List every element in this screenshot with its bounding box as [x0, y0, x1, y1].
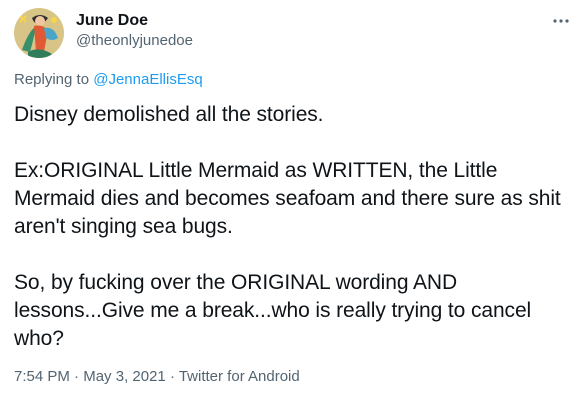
tweet-text: Disney demolished all the stories. Ex:OR… [14, 101, 570, 353]
more-horizontal-icon[interactable] [550, 10, 572, 32]
tweet-card: June Doe @theonlyjunedoe Replying to @Je… [0, 0, 586, 400]
tweet-paragraph: So, by fucking over the ORIGINAL wording… [14, 271, 532, 350]
tweet-paragraph: Disney demolished all the stories. [14, 103, 324, 126]
tweet-date[interactable]: May 3, 2021 [83, 368, 166, 385]
display-name[interactable]: June Doe [76, 11, 193, 31]
reply-mention-link[interactable]: @JennaEllisEsq [93, 71, 202, 88]
tweet-meta: 7:54 PM · May 3, 2021 · Twitter for Andr… [14, 367, 300, 387]
tweet-time[interactable]: 7:54 PM [14, 368, 70, 385]
user-names: June Doe @theonlyjunedoe [76, 11, 193, 51]
avatar[interactable] [14, 8, 64, 58]
meta-separator: · [165, 368, 179, 385]
tweet-paragraph: Ex:ORIGINAL Little Mermaid as WRITTEN, t… [14, 159, 561, 238]
tweet-header: June Doe @theonlyjunedoe [14, 8, 572, 60]
replying-to-label: Replying to [14, 71, 94, 88]
user-handle[interactable]: @theonlyjunedoe [76, 31, 193, 51]
replying-to: Replying to @JennaEllisEsq [14, 70, 203, 90]
tweet-source[interactable]: Twitter for Android [179, 368, 300, 385]
meta-separator: · [69, 368, 84, 385]
avatar-image-icon [14, 8, 64, 58]
